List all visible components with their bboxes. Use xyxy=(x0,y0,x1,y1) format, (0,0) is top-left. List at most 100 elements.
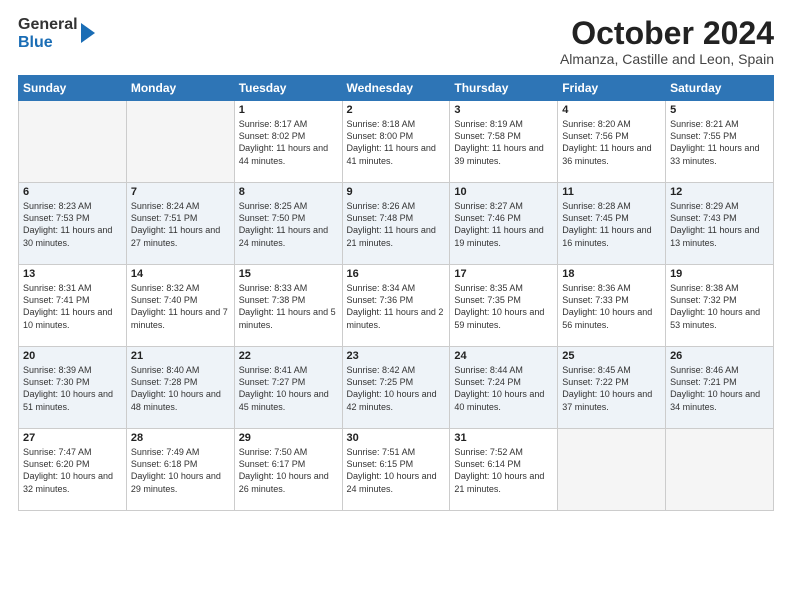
header-wednesday: Wednesday xyxy=(342,76,450,101)
day-detail: Sunrise: 8:24 AM Sunset: 7:51 PM Dayligh… xyxy=(131,200,230,249)
day-detail: Sunrise: 8:25 AM Sunset: 7:50 PM Dayligh… xyxy=(239,200,338,249)
table-row: 13Sunrise: 8:31 AM Sunset: 7:41 PM Dayli… xyxy=(19,265,127,347)
day-detail: Sunrise: 8:21 AM Sunset: 7:55 PM Dayligh… xyxy=(670,118,769,167)
day-number: 4 xyxy=(562,104,661,116)
day-detail: Sunrise: 8:20 AM Sunset: 7:56 PM Dayligh… xyxy=(562,118,661,167)
day-number: 16 xyxy=(347,268,446,280)
day-number: 10 xyxy=(454,186,553,198)
day-detail: Sunrise: 8:17 AM Sunset: 8:02 PM Dayligh… xyxy=(239,118,338,167)
table-row: 30 Sunrise: 7:51 AM Sunset: 6:15 PM Dayli… xyxy=(342,429,450,511)
table-row: 11 Sunrise: 8:28 AM Sunset: 7:45 PM Dayli… xyxy=(558,183,666,265)
day-number: 14 xyxy=(131,268,230,280)
day-detail: Sunrise: 8:46 AM Sunset: 7:21 PM Dayligh… xyxy=(670,364,769,413)
table-row: 24Sunrise: 8:44 AM Sunset: 7:24 PM Dayli… xyxy=(450,347,558,429)
table-row: 9Sunrise: 8:26 AM Sunset: 7:48 PM Daylig… xyxy=(342,183,450,265)
header-sunday: Sunday xyxy=(19,76,127,101)
day-number: 3 xyxy=(454,104,553,116)
day-number: 21 xyxy=(131,350,230,362)
day-number: 22 xyxy=(239,350,338,362)
day-number: 20 xyxy=(23,350,122,362)
day-detail: Sunrise: 8:44 AM Sunset: 7:24 PM Dayligh… xyxy=(454,364,553,413)
day-number: 8 xyxy=(239,186,338,198)
day-detail: Sunrise: 8:19 AM Sunset: 7:58 PM Dayligh… xyxy=(454,118,553,167)
day-detail: Sunrise: 8:26 AM Sunset: 7:48 PM Dayligh… xyxy=(347,200,446,249)
week-row-5: 27Sunrise: 7:47 AM Sunset: 6:20 PM Dayli… xyxy=(19,429,774,511)
table-row: 5 Sunrise: 8:21 AM Sunset: 7:55 PM Daylig… xyxy=(666,101,774,183)
location-subtitle: Almanza, Castille and Leon, Spain xyxy=(560,51,774,67)
header-thursday: Thursday xyxy=(450,76,558,101)
day-detail: Sunrise: 7:49 AM Sunset: 6:18 PM Dayligh… xyxy=(131,446,230,495)
day-number: 17 xyxy=(454,268,553,280)
header-tuesday: Tuesday xyxy=(234,76,342,101)
day-detail: Sunrise: 8:35 AM Sunset: 7:35 PM Dayligh… xyxy=(454,282,553,331)
table-row: 8 Sunrise: 8:25 AM Sunset: 7:50 PM Daylig… xyxy=(234,183,342,265)
table-row: 19Sunrise: 8:38 AM Sunset: 7:32 PM Dayli… xyxy=(666,265,774,347)
day-number: 29 xyxy=(239,432,338,444)
day-number: 26 xyxy=(670,350,769,362)
day-number: 6 xyxy=(23,186,122,198)
table-row: 16 Sunrise: 8:34 AM Sunset: 7:36 PM Dayli… xyxy=(342,265,450,347)
table-row: 15Sunrise: 8:33 AM Sunset: 7:38 PM Dayli… xyxy=(234,265,342,347)
logo-general: General xyxy=(18,16,78,34)
day-number: 7 xyxy=(131,186,230,198)
day-number: 13 xyxy=(23,268,122,280)
table-row: 25 Sunrise: 8:45 AM Sunset: 7:22 PM Dayli… xyxy=(558,347,666,429)
table-row: 20 Sunrise: 8:39 AM Sunset: 7:30 PM Dayli… xyxy=(19,347,127,429)
day-number: 18 xyxy=(562,268,661,280)
table-row: 26 Sunrise: 8:46 AM Sunset: 7:21 PM Dayli… xyxy=(666,347,774,429)
table-row: 6 Sunrise: 8:23 AM Sunset: 7:53 PM Daylig… xyxy=(19,183,127,265)
day-number: 23 xyxy=(347,350,446,362)
table-row: 29 Sunrise: 7:50 AM Sunset: 6:17 PM Dayli… xyxy=(234,429,342,511)
week-row-1: 1 Sunrise: 8:17 AM Sunset: 8:02 PM Daylig… xyxy=(19,101,774,183)
table-row: 17 Sunrise: 8:35 AM Sunset: 7:35 PM Dayli… xyxy=(450,265,558,347)
day-number: 11 xyxy=(562,186,661,198)
day-detail: Sunrise: 7:52 AM Sunset: 6:14 PM Dayligh… xyxy=(454,446,553,495)
day-detail: Sunrise: 8:32 AM Sunset: 7:40 PM Dayligh… xyxy=(131,282,230,331)
week-row-3: 13Sunrise: 8:31 AM Sunset: 7:41 PM Dayli… xyxy=(19,265,774,347)
day-detail: Sunrise: 7:50 AM Sunset: 6:17 PM Dayligh… xyxy=(239,446,338,495)
day-detail: Sunrise: 8:41 AM Sunset: 7:27 PM Dayligh… xyxy=(239,364,338,413)
table-row: 2Sunrise: 8:18 AM Sunset: 8:00 PM Daylig… xyxy=(342,101,450,183)
day-detail: Sunrise: 7:47 AM Sunset: 6:20 PM Dayligh… xyxy=(23,446,122,495)
day-detail: Sunrise: 7:51 AM Sunset: 6:15 PM Dayligh… xyxy=(347,446,446,495)
day-detail: Sunrise: 8:45 AM Sunset: 7:22 PM Dayligh… xyxy=(562,364,661,413)
day-number: 25 xyxy=(562,350,661,362)
table-row: 23Sunrise: 8:42 AM Sunset: 7:25 PM Dayli… xyxy=(342,347,450,429)
title-block: October 2024 Almanza, Castille and Leon,… xyxy=(560,16,774,67)
table-row: 18Sunrise: 8:36 AM Sunset: 7:33 PM Dayli… xyxy=(558,265,666,347)
logo-arrow-icon xyxy=(81,23,95,43)
day-number: 31 xyxy=(454,432,553,444)
day-number: 2 xyxy=(347,104,446,116)
table-row xyxy=(558,429,666,511)
month-title: October 2024 xyxy=(560,16,774,51)
table-row: 27Sunrise: 7:47 AM Sunset: 6:20 PM Dayli… xyxy=(19,429,127,511)
logo: General Blue xyxy=(18,16,95,51)
table-row: 14 Sunrise: 8:32 AM Sunset: 7:40 PM Dayli… xyxy=(126,265,234,347)
week-row-2: 6 Sunrise: 8:23 AM Sunset: 7:53 PM Daylig… xyxy=(19,183,774,265)
logo-blue: Blue xyxy=(18,34,78,52)
day-number: 30 xyxy=(347,432,446,444)
day-detail: Sunrise: 8:27 AM Sunset: 7:46 PM Dayligh… xyxy=(454,200,553,249)
day-number: 28 xyxy=(131,432,230,444)
table-row xyxy=(666,429,774,511)
table-row xyxy=(126,101,234,183)
table-row: 10 Sunrise: 8:27 AM Sunset: 7:46 PM Dayli… xyxy=(450,183,558,265)
table-row: 1 Sunrise: 8:17 AM Sunset: 8:02 PM Daylig… xyxy=(234,101,342,183)
table-row: 7 Sunrise: 8:24 AM Sunset: 7:51 PM Daylig… xyxy=(126,183,234,265)
day-detail: Sunrise: 8:39 AM Sunset: 7:30 PM Dayligh… xyxy=(23,364,122,413)
day-detail: Sunrise: 8:23 AM Sunset: 7:53 PM Dayligh… xyxy=(23,200,122,249)
table-row: 21Sunrise: 8:40 AM Sunset: 7:28 PM Dayli… xyxy=(126,347,234,429)
week-row-4: 20 Sunrise: 8:39 AM Sunset: 7:30 PM Dayli… xyxy=(19,347,774,429)
table-row xyxy=(19,101,127,183)
day-number: 12 xyxy=(670,186,769,198)
day-detail: Sunrise: 8:28 AM Sunset: 7:45 PM Dayligh… xyxy=(562,200,661,249)
day-number: 5 xyxy=(670,104,769,116)
day-detail: Sunrise: 8:34 AM Sunset: 7:36 PM Dayligh… xyxy=(347,282,446,331)
header-saturday: Saturday xyxy=(666,76,774,101)
day-detail: Sunrise: 8:33 AM Sunset: 7:38 PM Dayligh… xyxy=(239,282,338,331)
calendar-table: Sunday Monday Tuesday Wednesday Thursday… xyxy=(18,75,774,511)
header-friday: Friday xyxy=(558,76,666,101)
table-row: 3 Sunrise: 8:19 AM Sunset: 7:58 PM Daylig… xyxy=(450,101,558,183)
table-row: 31 Sunrise: 7:52 AM Sunset: 6:14 PM Dayli… xyxy=(450,429,558,511)
day-number: 1 xyxy=(239,104,338,116)
